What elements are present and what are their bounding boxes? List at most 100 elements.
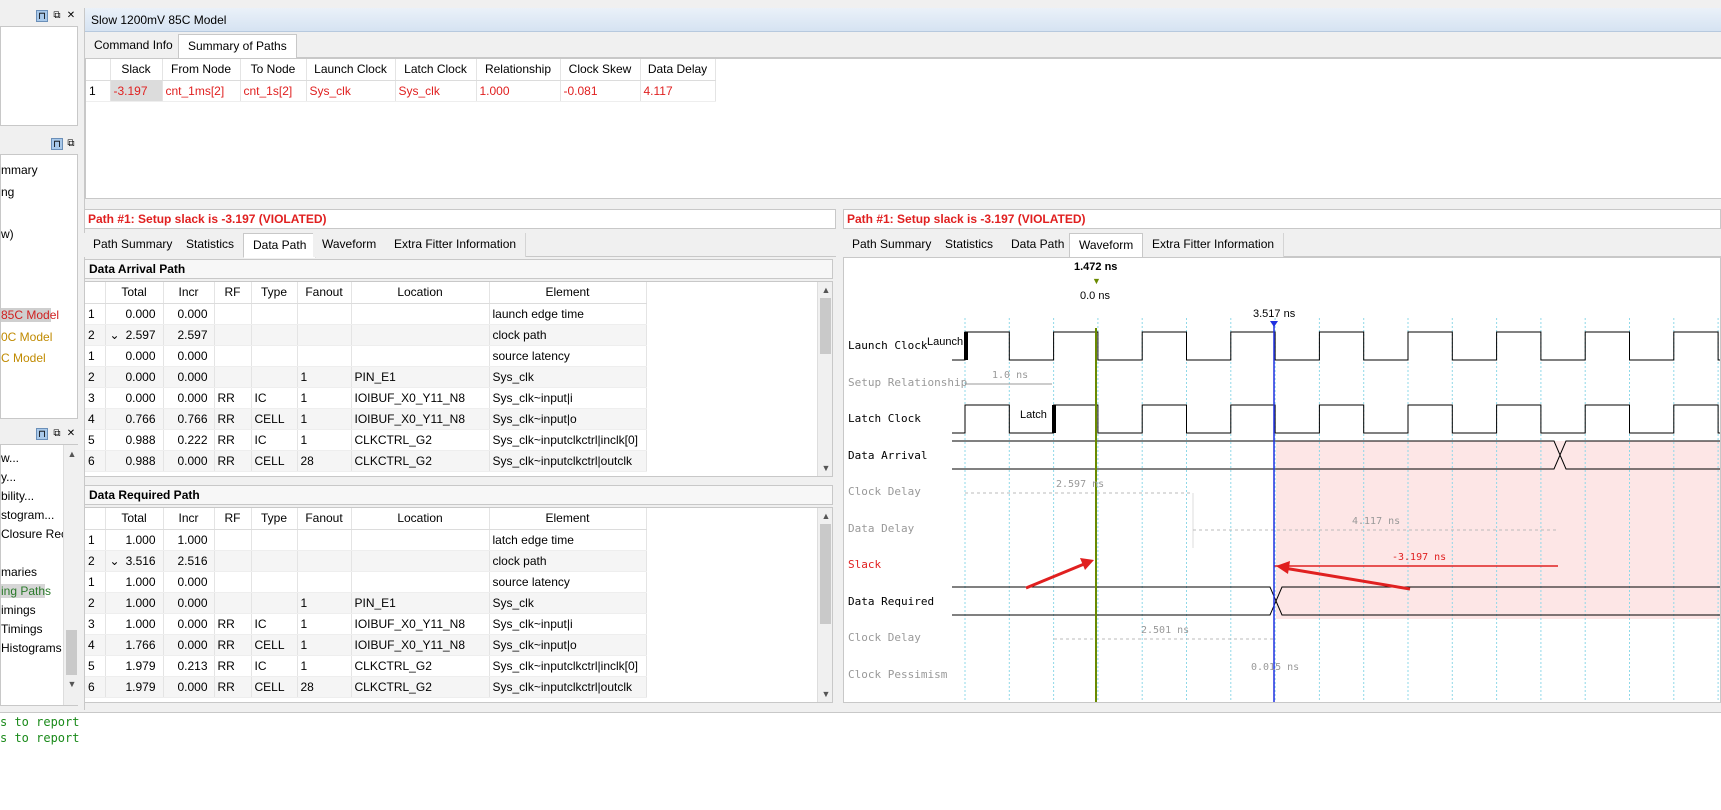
report-item[interactable]: ng bbox=[1, 185, 14, 199]
table-cell[interactable] bbox=[351, 345, 490, 367]
cell-clock-skew[interactable]: -0.081 bbox=[560, 80, 641, 102]
table-cell[interactable]: 1.000 bbox=[105, 613, 164, 635]
column-header[interactable]: Location bbox=[351, 508, 490, 530]
task-item[interactable]: Histograms bbox=[1, 641, 62, 655]
column-header[interactable]: Total bbox=[105, 282, 164, 304]
table-cell[interactable]: Sys_clk~inputclkctrl|inclk[0] bbox=[489, 655, 647, 677]
table-cell[interactable]: RR bbox=[214, 655, 252, 677]
required-scrollbar[interactable]: ▲ ▼ bbox=[817, 508, 832, 702]
table-cell[interactable]: IOIBUF_X0_Y11_N8 bbox=[351, 387, 490, 409]
table-cell[interactable]: 0.213 bbox=[163, 655, 215, 677]
table-cell[interactable]: 0.988 bbox=[105, 429, 164, 451]
column-header[interactable]: Fanout bbox=[297, 508, 352, 530]
expand-chevron-icon[interactable]: ⌄ bbox=[110, 554, 120, 568]
arrival-scrollbar[interactable]: ▲ ▼ bbox=[817, 282, 832, 476]
column-header[interactable]: Incr bbox=[163, 282, 215, 304]
column-header[interactable]: Location bbox=[351, 282, 490, 304]
table-cell[interactable] bbox=[251, 366, 298, 388]
tab-statistics[interactable]: Statistics bbox=[936, 233, 1004, 257]
column-header[interactable]: Slack bbox=[110, 59, 163, 81]
table-cell[interactable] bbox=[214, 529, 252, 551]
column-header[interactable]: Element bbox=[489, 508, 647, 530]
column-header[interactable]: Fanout bbox=[297, 282, 352, 304]
table-cell[interactable]: 1.766 bbox=[105, 634, 164, 656]
table-cell[interactable] bbox=[251, 529, 298, 551]
cell-to-node[interactable]: cnt_1s[2] bbox=[240, 80, 307, 102]
table-cell[interactable]: 0.000 bbox=[105, 303, 164, 325]
waveform-panel[interactable]: 1.472 ns ▼ 0.0 ns 3.517 ns Launch Clock … bbox=[843, 257, 1721, 703]
table-cell[interactable]: PIN_E1 bbox=[351, 366, 490, 388]
table-row[interactable]: 1 0.000 0.000 launch edge time bbox=[85, 303, 647, 325]
column-header[interactable]: RF bbox=[214, 282, 252, 304]
tab-statistics[interactable]: Statistics bbox=[177, 233, 245, 257]
cell-from-node[interactable]: cnt_1ms[2] bbox=[162, 80, 241, 102]
table-cell[interactable]: source latency bbox=[489, 571, 647, 593]
table-cell[interactable]: IC bbox=[251, 613, 298, 635]
table-cell[interactable]: Sys_clk~input|o bbox=[489, 634, 647, 656]
table-cell[interactable] bbox=[351, 571, 490, 593]
task-item-selected[interactable]: ing Paths bbox=[1, 584, 51, 598]
table-cell[interactable]: CLKCTRL_G2 bbox=[351, 429, 490, 451]
table-cell[interactable]: CELL bbox=[251, 408, 298, 430]
table-cell[interactable]: 1 bbox=[297, 613, 352, 635]
table-row[interactable]: 1 -3.197 cnt_1ms[2] cnt_1s[2] Sys_clk Sy… bbox=[86, 80, 716, 102]
table-cell[interactable]: 1.000 bbox=[105, 592, 164, 614]
table-cell[interactable]: 0.000 bbox=[163, 387, 215, 409]
table-cell[interactable]: ⌄ 2.597 bbox=[105, 324, 164, 346]
cell-launch-clock[interactable]: Sys_clk bbox=[306, 80, 396, 102]
report-item[interactable]: mmary bbox=[1, 163, 38, 177]
table-cell[interactable] bbox=[251, 303, 298, 325]
table-cell[interactable]: 0.000 bbox=[163, 450, 215, 472]
table-cell[interactable] bbox=[351, 529, 490, 551]
table-cell[interactable]: 0.000 bbox=[163, 613, 215, 635]
pin-icon[interactable]: ⊓ bbox=[36, 10, 48, 22]
table-cell[interactable] bbox=[351, 303, 490, 325]
table-cell[interactable] bbox=[251, 592, 298, 614]
table-cell[interactable] bbox=[351, 550, 490, 572]
table-cell[interactable]: 0.000 bbox=[105, 345, 164, 367]
table-cell[interactable]: launch edge time bbox=[489, 303, 647, 325]
table-row[interactable]: 4 1.766 0.000 RR CELL 1 IOIBUF_X0_Y11_N8 Sys_cl… bbox=[85, 634, 647, 656]
table-cell[interactable]: Sys_clk bbox=[489, 366, 647, 388]
waveform-canvas[interactable] bbox=[844, 258, 1721, 703]
table-row[interactable]: 2 0.000 0.000 1 PIN_E1 Sys_clk bbox=[85, 366, 647, 388]
table-cell[interactable]: 1.979 bbox=[105, 655, 164, 677]
table-cell[interactable]: 0.222 bbox=[163, 429, 215, 451]
table-cell[interactable]: 0.000 bbox=[163, 634, 215, 656]
table-cell[interactable]: 0.000 bbox=[163, 345, 215, 367]
tab-data-path[interactable]: Data Path bbox=[1002, 233, 1075, 257]
table-cell[interactable] bbox=[214, 366, 252, 388]
table-cell[interactable]: IC bbox=[251, 387, 298, 409]
table-cell[interactable]: Sys_clk~input|i bbox=[489, 613, 647, 635]
table-row[interactable]: 3 1.000 0.000 RR IC 1 IOIBUF_X0_Y11_N8 Sys_clk~… bbox=[85, 613, 647, 635]
table-cell[interactable] bbox=[251, 345, 298, 367]
table-cell[interactable] bbox=[214, 550, 252, 572]
table-cell[interactable]: 0.988 bbox=[105, 450, 164, 472]
table-cell[interactable] bbox=[214, 303, 252, 325]
close-icon[interactable]: ✕ bbox=[65, 428, 77, 440]
table-cell[interactable]: CLKCTRL_G2 bbox=[351, 450, 490, 472]
table-cell[interactable] bbox=[297, 324, 352, 346]
table-cell[interactable] bbox=[251, 324, 298, 346]
table-cell[interactable]: RR bbox=[214, 408, 252, 430]
table-cell[interactable]: IC bbox=[251, 655, 298, 677]
cell-relationship[interactable]: 1.000 bbox=[476, 80, 561, 102]
table-cell[interactable]: IC bbox=[251, 429, 298, 451]
scroll-up-icon[interactable]: ▲ bbox=[64, 447, 80, 461]
task-list-scrollbar[interactable]: ▲ ▼ bbox=[63, 445, 79, 705]
tab-path-summary[interactable]: Path Summary bbox=[843, 233, 942, 257]
table-cell[interactable]: 1 bbox=[297, 634, 352, 656]
table-row[interactable]: 5 0.988 0.222 RR IC 1 CLKCTRL_G2 Sys_clk~inputc… bbox=[85, 429, 647, 451]
table-cell[interactable] bbox=[214, 345, 252, 367]
table-cell[interactable] bbox=[351, 324, 490, 346]
task-item[interactable]: bility... bbox=[1, 489, 34, 503]
table-cell[interactable] bbox=[251, 571, 298, 593]
column-header[interactable]: Element bbox=[489, 282, 647, 304]
table-cell[interactable]: IOIBUF_X0_Y11_N8 bbox=[351, 634, 490, 656]
table-cell[interactable]: 1 bbox=[297, 592, 352, 614]
table-row[interactable]: 1 0.000 0.000 source latency bbox=[85, 345, 647, 367]
task-item[interactable]: maries bbox=[1, 565, 37, 579]
task-item[interactable]: imings bbox=[1, 603, 36, 617]
table-row[interactable]: 3 0.000 0.000 RR IC 1 IOIBUF_X0_Y11_N8 Sys_clk~… bbox=[85, 387, 647, 409]
scroll-thumb[interactable] bbox=[820, 298, 831, 354]
